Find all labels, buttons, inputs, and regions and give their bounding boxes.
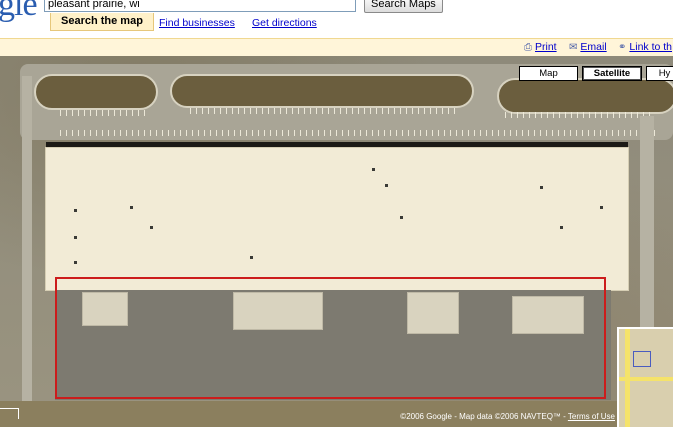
landscape-island (497, 78, 673, 114)
roof-vent (540, 186, 543, 189)
map-type-satellite-button[interactable]: Satellite (582, 66, 642, 81)
link-to-page[interactable]: ⚭ Link to th (618, 41, 672, 53)
map-type-map-button[interactable]: Map (519, 66, 578, 81)
search-input[interactable] (44, 0, 356, 12)
roof-vent (560, 226, 563, 229)
highlight-rectangle (55, 277, 606, 399)
roof-vent (400, 216, 403, 219)
attribution-text: ©2006 Google - Map data ©2006 NAVTEQ™ - (400, 412, 568, 421)
google-logo[interactable]: gle (0, 0, 38, 24)
roof-vent (74, 209, 77, 212)
roof-vent (250, 256, 253, 259)
print-link[interactable]: ⎙ Print (524, 41, 557, 53)
service-road (22, 76, 32, 406)
tab-get-directions[interactable]: Get directions (252, 17, 317, 29)
roof-vent (130, 206, 133, 209)
map-link-bar: ⎙ Print ✉ Email ⚭ Link to th (0, 38, 673, 57)
overview-map[interactable] (617, 327, 673, 427)
roof-vent (600, 206, 603, 209)
map-type-hybrid-button[interactable]: Hy (646, 66, 673, 81)
envelope-icon: ✉ (569, 42, 578, 53)
printer-icon: ⎙ (524, 42, 532, 53)
search-header: gle Search Maps Search the map Find busi… (0, 0, 673, 36)
roof-vent (385, 184, 388, 187)
tab-search-the-map[interactable]: Search the map (50, 13, 154, 31)
parking-row (505, 112, 655, 118)
parking-row (190, 108, 460, 114)
search-maps-button[interactable]: Search Maps (364, 0, 443, 13)
parking-row (60, 110, 146, 116)
roof-vent (74, 261, 77, 264)
landscape-island (170, 74, 474, 108)
overview-viewport[interactable] (633, 351, 651, 367)
landscape-island (34, 74, 158, 110)
satellite-map[interactable]: Map Satellite Hy ©2006 Google - Map data… (0, 56, 673, 427)
overview-road (619, 377, 673, 381)
warehouse-building (46, 148, 628, 290)
roof-vent (74, 236, 77, 239)
roof-vent (150, 226, 153, 229)
terms-of-use-link[interactable]: Terms of Use (568, 412, 615, 421)
chain-link-icon: ⚭ (618, 42, 627, 53)
parking-row (60, 130, 660, 136)
roof-vent (372, 168, 375, 171)
scale-bar (0, 408, 19, 419)
tab-find-businesses[interactable]: Find businesses (159, 17, 235, 29)
map-attribution: ©2006 Google - Map data ©2006 NAVTEQ™ - … (400, 412, 615, 421)
email-link[interactable]: ✉ Email (569, 41, 607, 53)
logo-text: gle (0, 0, 38, 23)
